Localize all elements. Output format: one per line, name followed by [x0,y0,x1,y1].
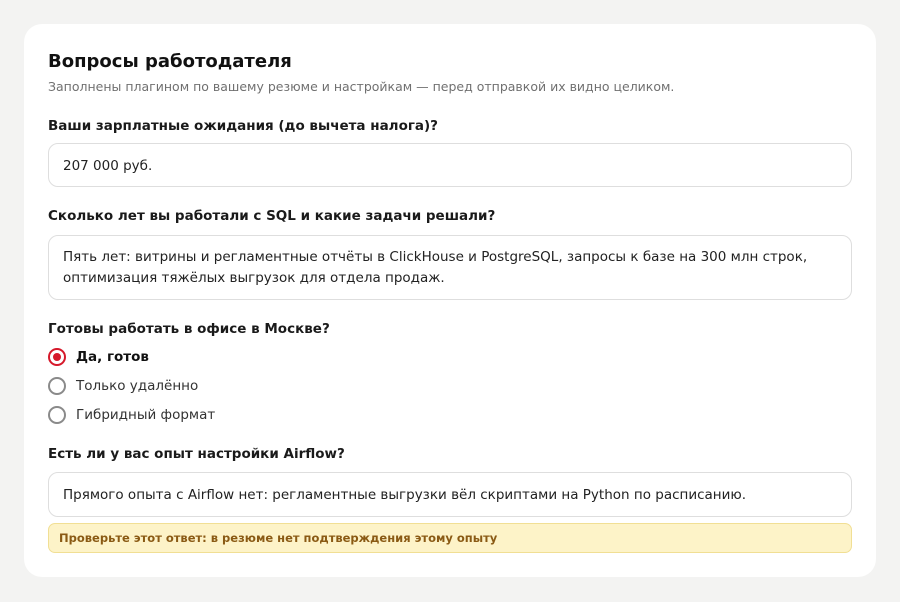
radio-option-hybrid[interactable]: Гибридный формат [48,405,215,425]
radio-option-remote[interactable]: Только удалённо [48,376,198,396]
salary-answer-text: 207 000 руб. [63,158,153,174]
sql-answer-field[interactable]: Пять лет: витрины и регламентные отчёты … [48,235,852,300]
airflow-answer-text: Прямого опыта с Airflow нет: регламентны… [63,487,747,503]
airflow-warning-banner: Проверьте этот ответ: в резюме нет подтв… [48,523,852,553]
radio-option-yes[interactable]: Да, готов [48,347,149,367]
sql-answer-text: Пять лет: витрины и регламентные отчёты … [63,249,808,286]
radio-unchecked-icon[interactable] [48,406,66,424]
employer-questions-card: Вопросы работодателя Заполнены плагином … [24,24,876,577]
radio-checked-icon[interactable] [48,348,66,366]
airflow-answer-field[interactable]: Прямого опыта с Airflow нет: регламентны… [48,472,852,517]
radio-option-hybrid-label: Гибридный формат [76,407,216,423]
question-sql-label: Сколько лет вы работали с SQL и какие за… [48,208,496,224]
radio-unchecked-icon[interactable] [48,377,66,395]
page-title: Вопросы работодателя [48,51,292,72]
radio-option-yes-label: Да, готов [76,349,149,365]
page-subtitle: Заполнены плагином по вашему резюме и на… [48,79,675,94]
question-airflow-label: Есть ли у вас опыт настройки Airflow? [48,446,345,462]
salary-answer-field[interactable]: 207 000 руб. [48,143,852,187]
radio-option-remote-label: Только удалённо [76,378,199,394]
question-salary-label: Ваши зарплатные ожидания (до вычета нало… [48,118,439,134]
question-office-label: Готовы работать в офисе в Москве? [48,321,330,337]
